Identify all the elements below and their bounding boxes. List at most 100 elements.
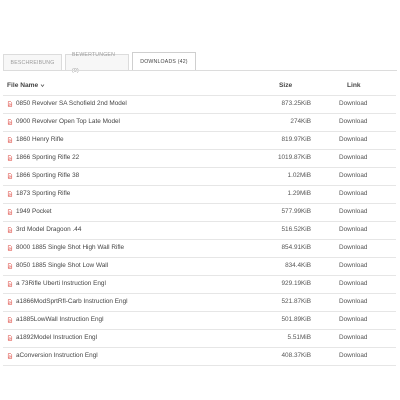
pdf-file-icon [7,280,13,287]
pdf-file-icon [7,298,13,305]
table-row: 1949 Pocket 577.99KiB Download [3,203,396,221]
pdf-file-icon [7,136,13,143]
file-size: 521.87KiB [281,298,312,305]
file-name-cell[interactable]: aConversion Instruction Engl [7,352,98,359]
file-name: a1892Model Instruction Engl [16,334,98,341]
table-row: 8000 1885 Single Shot High Wall Rifle 854… [3,239,396,257]
pdf-file-icon [7,316,13,323]
tab-downloads[interactable]: DOWNLOADS (42) [132,52,196,70]
tab-label: DOWNLOADS (42) [140,58,188,65]
file-name: 8000 1885 Single Shot High Wall Rifle [16,244,125,251]
file-name-cell[interactable]: 1949 Pocket [7,208,52,215]
link-header: Link [347,82,361,89]
pdf-file-icon [7,190,13,197]
file-name: 3rd Model Dragoon .44 [16,226,82,233]
download-link[interactable]: Download [339,154,367,161]
file-name: 1866 Sporting Rifle 22 [16,154,80,161]
file-name-cell[interactable]: 1866 Sporting Rifle 38 [7,172,79,179]
download-link[interactable]: Download [339,316,367,323]
table-row: 3rd Model Dragoon .44 516.52KiB Download [3,221,396,239]
file-size: 408.37KiB [281,352,312,359]
file-name-cell[interactable]: 3rd Model Dragoon .44 [7,226,81,233]
file-size: 854.91KiB [281,244,312,251]
pdf-file-icon [7,172,13,179]
file-name-cell[interactable]: 1873 Sporting Rifle [7,190,70,197]
file-name: 1873 Sporting Rifle [16,190,71,197]
pdf-file-icon [7,352,13,359]
file-name: 1860 Henry Rifle [16,136,64,143]
file-name-cell[interactable]: a1892Model Instruction Engl [7,334,97,341]
file-size: 274KiB [290,118,311,125]
download-link[interactable]: Download [339,244,367,251]
table-row: 1860 Henry Rifle 819.97KiB Download [3,131,396,149]
pdf-file-icon [7,154,13,161]
table-row: a1885LowWall Instruction Engl 501.89KiB Do… [3,311,396,329]
file-name-cell[interactable]: 1860 Henry Rifle [7,136,64,143]
download-link[interactable]: Download [339,352,367,359]
file-size: 819.97KiB [281,136,312,143]
file-name: 1866 Sporting Rifle 38 [16,172,80,179]
file-name-cell[interactable]: 0850 Revolver SA Schofield 2nd Model [7,100,127,107]
table-header: File Name Size Link [3,79,396,95]
file-name: a1866ModSprtRfl-Carb Instruction Engl [16,298,128,305]
file-name: 0900 Revolver Open Top Late Model [16,118,120,125]
tab-beschreibung[interactable]: BESCHREIBUNG [3,54,62,70]
table-row: 1866 Sporting Rifle 38 1.02MiB Download [3,167,396,185]
pdf-file-icon [7,100,13,107]
table-row: 8050 1885 Single Shot Low Wall 834.4KiB Do… [3,257,396,275]
download-link[interactable]: Download [339,172,367,179]
tab-label: BESCHREIBUNG [10,59,55,66]
file-size: 929.19KiB [281,280,312,287]
file-name-cell[interactable]: a 73Rifle Uberti Instruction Engl [7,280,106,287]
file-size: 1.02MiB [287,172,311,179]
tab-bewertungen[interactable]: BEWERTUNGEN (0) [65,52,129,74]
download-link[interactable]: Download [339,208,367,215]
download-link[interactable]: Download [339,190,367,197]
tab-label: BEWERTUNGEN (0) [72,51,116,74]
download-link[interactable]: Download [339,118,367,125]
file-name-cell[interactable]: 1866 Sporting Rifle 22 [7,154,79,161]
file-name-cell[interactable]: a1866ModSprtRfl-Carb Instruction Engl [7,298,128,305]
download-link[interactable]: Download [339,262,367,269]
file-name: 8050 1885 Single Shot Low Wall [16,262,109,269]
chevron-down-icon [40,84,45,88]
file-name-header-label: File Name [7,82,39,89]
file-size: 501.89KiB [281,316,312,323]
file-size: 577.99KiB [281,208,312,215]
table-row: 1866 Sporting Rifle 22 1019.87KiB Download [3,149,396,167]
table-row: a1892Model Instruction Engl 5.51MiB Downlo… [3,329,396,347]
download-link[interactable]: Download [339,226,367,233]
table-row: 0850 Revolver SA Schofield 2nd Model 873.… [3,95,396,113]
table-row: 1873 Sporting Rifle 1.29MiB Download [3,185,396,203]
file-size: 834.4KiB [285,262,311,269]
pdf-file-icon [7,334,13,341]
downloads-page: BESCHREIBUNG BEWERTUNGEN (0) DOWNLOADS (… [0,0,400,400]
file-name-cell[interactable]: 8000 1885 Single Shot High Wall Rifle [7,244,124,251]
tab-bar: BESCHREIBUNG BEWERTUNGEN (0) DOWNLOADS (… [3,52,199,74]
pdf-file-icon [7,208,13,215]
file-name-cell[interactable]: 8050 1885 Single Shot Low Wall [7,262,108,269]
file-size: 1.29MiB [287,190,311,197]
table-row: aConversion Instruction Engl 408.37KiB Dow… [3,347,396,366]
table-row: 0900 Revolver Open Top Late Model 274KiB D… [3,113,396,131]
size-header: Size [279,82,293,89]
download-link[interactable]: Download [339,100,367,107]
download-link[interactable]: Download [339,280,367,287]
download-link[interactable]: Download [339,136,367,143]
file-name: aConversion Instruction Engl [16,352,98,359]
file-name-cell[interactable]: a1885LowWall Instruction Engl [7,316,104,323]
pdf-file-icon [7,226,13,233]
file-size: 5.51MiB [287,334,311,341]
file-name-cell[interactable]: 0900 Revolver Open Top Late Model [7,118,120,125]
file-name-header[interactable]: File Name [7,82,45,89]
file-name: 0850 Revolver SA Schofield 2nd Model [16,100,127,107]
table-row: a 73Rifle Uberti Instruction Engl 929.19K… [3,275,396,293]
file-name: a 73Rifle Uberti Instruction Engl [16,280,106,287]
file-size: 1019.87KiB [277,154,311,161]
download-link[interactable]: Download [339,298,367,305]
pdf-file-icon [7,118,13,125]
file-size: 516.52KiB [281,226,312,233]
download-link[interactable]: Download [339,334,367,341]
pdf-file-icon [7,244,13,251]
pdf-file-icon [7,262,13,269]
